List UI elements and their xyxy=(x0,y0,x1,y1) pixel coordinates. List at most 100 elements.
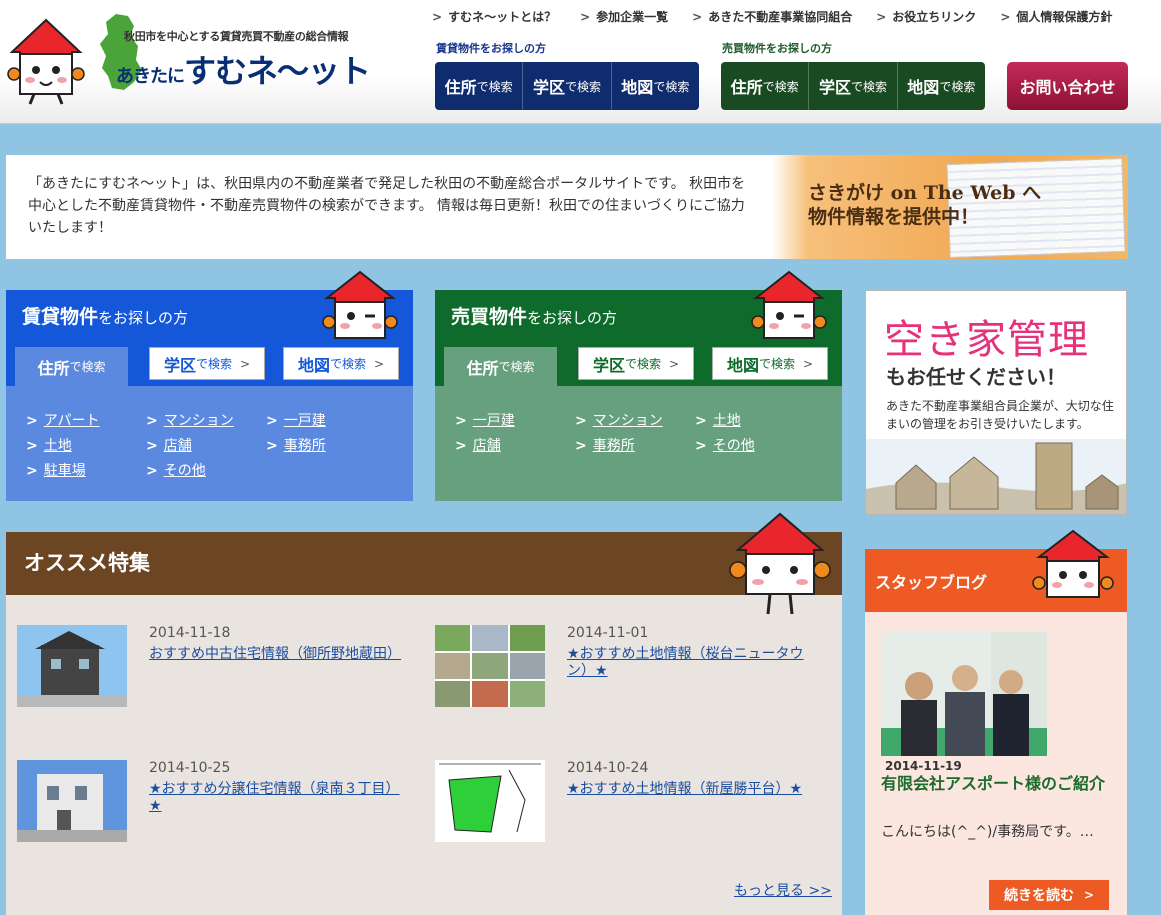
sale-school-search-button[interactable]: 学区 で検索 xyxy=(809,62,898,110)
chevron-right-icon: > xyxy=(26,413,38,429)
staff-photo-image xyxy=(881,632,1047,756)
nav-about[interactable]: > すむネ〜ットとは？ xyxy=(432,8,556,26)
banner-subtitle: もお任せください！ xyxy=(886,365,1066,389)
item-title-link[interactable]: ★おすすめ土地情報（桜台ニュータウン）★ xyxy=(567,646,819,680)
rent-search-label: 賃貸物件をお探しの方 xyxy=(436,42,546,55)
panel-header: 売買物件をお探しの方 住所 で検索 学区 で検索 > 地図 で検索 > xyxy=(435,270,842,386)
site-logo[interactable]: 秋田市を中心とする賃貸売買不動産の総合情報 あきたにすむネ〜ット xyxy=(6,6,386,106)
recommend-item[interactable]: 2014-11-18 おすすめ中古住宅情報（御所野地蔵田） xyxy=(17,625,427,715)
link-office[interactable]: > 事務所 xyxy=(575,435,635,455)
chevron-right-icon: > xyxy=(26,463,38,479)
tab-map-search[interactable]: 地図 で検索 > xyxy=(283,347,399,380)
panel-header: 賃貸物件をお探しの方 住所 で検索 学区 で検索 > 地図 で検索 > xyxy=(6,270,413,386)
more-link[interactable]: もっと見る >> xyxy=(734,880,832,900)
mascot-icon xyxy=(322,270,398,339)
nav-privacy[interactable]: > 個人情報保護方針 xyxy=(1000,8,1112,26)
chevron-right-icon: > xyxy=(455,413,467,429)
property-photo-image xyxy=(17,625,127,707)
link-office[interactable]: > 事務所 xyxy=(266,435,326,455)
nav-members-label: 参加企業一覧 xyxy=(596,10,669,24)
land-plot-map-image xyxy=(435,760,545,842)
section-title: オススメ特集 xyxy=(24,551,150,575)
nav-privacy-label: 個人情報保護方針 xyxy=(1016,10,1113,24)
nav-links[interactable]: > お役立ちリンク xyxy=(876,8,976,26)
tab-big-label: 地図 xyxy=(726,355,759,375)
chevron-right-icon: > xyxy=(373,356,385,371)
link-shop[interactable]: > 店舗 xyxy=(146,435,192,455)
link-parking[interactable]: > 駐車場 xyxy=(26,460,86,480)
property-photo-image xyxy=(17,760,127,842)
chevron-right-icon: > xyxy=(146,438,158,454)
link-shop[interactable]: > 店舗 xyxy=(455,435,501,455)
post-title-link[interactable]: 有限会社アスポート様のご紹介 xyxy=(881,775,1119,793)
link-label: 店舗 xyxy=(472,438,501,454)
sale-address-search-button[interactable]: 住所 で検索 xyxy=(721,62,810,110)
read-more-label: 続きを読む xyxy=(1003,888,1074,904)
panel-title: 賃貸物件をお探しの方 xyxy=(22,302,188,329)
link-mansion[interactable]: > マンション xyxy=(146,410,234,430)
tab-school-search[interactable]: 学区 で検索 > xyxy=(578,347,694,380)
rent-map-search-button[interactable]: 地図 で検索 xyxy=(612,62,699,110)
logo-title: あきたにすむネ〜ット xyxy=(116,46,371,92)
logo-tagline: 秋田市を中心とする賃貸売買不動産の総合情報 xyxy=(124,30,349,43)
intro-text: 「あきたにすむネ〜ット」は、秋田県内の不動産業者で発足した秋田の不動産総合ポータ… xyxy=(28,176,746,236)
recommend-item[interactable]: 2014-11-01 ★おすすめ土地情報（桜台ニュータウン）★ xyxy=(435,625,845,715)
tab-map-search[interactable]: 地図 で検索 > xyxy=(712,347,828,380)
sakigake-banner[interactable]: さきがけ on The Web へ 物件情報を提供中！ xyxy=(772,155,1128,259)
link-apartment[interactable]: > アパート xyxy=(26,410,99,430)
link-label: 駐車場 xyxy=(43,463,86,479)
link-house[interactable]: > 一戸建 xyxy=(266,410,326,430)
chevron-right-icon: > xyxy=(239,356,251,371)
tab-big-label: 住所 xyxy=(37,358,70,378)
recommend-item[interactable]: 2014-10-24 ★おすすめ土地情報（新屋勝平台）★ xyxy=(435,760,845,850)
read-more-button[interactable]: 続きを読む > xyxy=(989,880,1109,910)
chevron-right-icon: > xyxy=(266,438,278,454)
item-title-link[interactable]: ★おすすめ分譲住宅情報（泉南３丁目）★ xyxy=(149,781,401,815)
item-date: 2014-11-01 xyxy=(567,625,649,641)
rent-school-search-button[interactable]: 学区 で検索 xyxy=(523,62,612,110)
banner-text: さきがけ on The Web へ 物件情報を提供中！ xyxy=(808,181,1041,229)
link-land[interactable]: > 土地 xyxy=(695,410,741,430)
chevron-right-icon: > xyxy=(266,413,278,429)
contact-button[interactable]: お問い合わせ xyxy=(1007,62,1128,110)
button-small-label: で検索 xyxy=(762,79,799,94)
sale-search-panel: 売買物件をお探しの方 住所 で検索 学区 で検索 > 地図 で検索 > > 一戸建 > マンシ… xyxy=(435,270,842,501)
vacant-house-banner[interactable]: 空き家管理 もお任せください！ あきた不動産事業組合員企業が、大切な住まいの管理… xyxy=(865,290,1127,515)
tab-address-search[interactable]: 住所 で検索 xyxy=(15,347,128,386)
panel-title: 売買物件をお探しの方 xyxy=(451,302,617,329)
mascot-icon xyxy=(751,270,827,339)
intro-section: 「あきたにすむネ〜ット」は、秋田県内の不動産業者で発足した秋田の不動産総合ポータ… xyxy=(6,155,1128,259)
link-label: 事務所 xyxy=(283,438,326,454)
panel-title-bold: 売買物件 xyxy=(451,306,528,328)
banner-line-2: 物件情報を提供中！ xyxy=(808,206,980,228)
rent-address-search-button[interactable]: 住所 で検索 xyxy=(435,62,524,110)
link-label: 店舗 xyxy=(163,438,192,454)
link-label: マンション xyxy=(163,413,234,429)
link-land[interactable]: > 土地 xyxy=(26,435,72,455)
link-other[interactable]: > その他 xyxy=(695,435,755,455)
site-header: 秋田市を中心とする賃貸売買不動産の総合情報 あきたにすむネ〜ット > すむネ〜ット… xyxy=(0,0,1161,124)
panel-title-rest: をお探しの方 xyxy=(98,309,189,327)
land-photo-grid-image xyxy=(435,625,545,707)
section-header: オススメ特集 xyxy=(6,532,842,595)
tab-school-search[interactable]: 学区 で検索 > xyxy=(149,347,265,380)
item-title-link[interactable]: ★おすすめ土地情報（新屋勝平台）★ xyxy=(567,781,819,798)
link-label: 土地 xyxy=(712,413,741,429)
tab-address-search[interactable]: 住所 で検索 xyxy=(444,347,557,386)
button-big-label: 学区 xyxy=(818,78,851,97)
nav-members[interactable]: > 参加企業一覧 xyxy=(580,8,668,26)
chevron-right-icon: > xyxy=(695,438,707,454)
tab-small-label: で検索 xyxy=(758,357,795,371)
chevron-right-icon: > xyxy=(26,438,38,454)
rent-search-buttons: 住所 で検索 学区 で検索 地図 で検索 xyxy=(435,62,699,110)
nav-cooperative[interactable]: > あきた不動産事業協同組合 xyxy=(692,8,852,26)
link-label: 一戸建 xyxy=(472,413,515,429)
recommend-item[interactable]: 2014-10-25 ★おすすめ分譲住宅情報（泉南３丁目）★ xyxy=(17,760,427,850)
link-mansion[interactable]: > マンション xyxy=(575,410,663,430)
link-house[interactable]: > 一戸建 xyxy=(455,410,515,430)
link-other[interactable]: > その他 xyxy=(146,460,206,480)
sale-map-search-button[interactable]: 地図 で検索 xyxy=(898,62,985,110)
sale-search-label: 売買物件をお探しの方 xyxy=(722,42,832,55)
nav-about-label: すむネ〜ットとは？ xyxy=(448,10,557,24)
item-title-link[interactable]: おすすめ中古住宅情報（御所野地蔵田） xyxy=(149,646,401,663)
